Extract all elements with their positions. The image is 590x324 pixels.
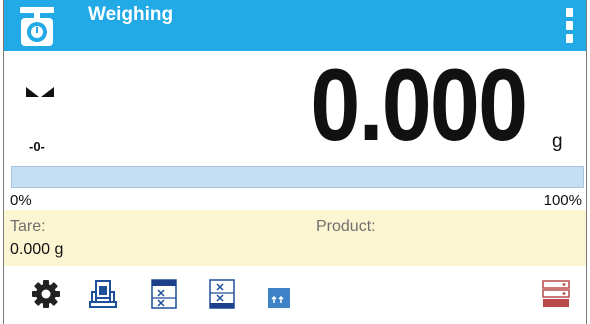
page-title: Weighing bbox=[88, 4, 174, 25]
bottom-toolbar bbox=[4, 268, 586, 324]
info-panel: Tare: 0.000 g Product: bbox=[4, 210, 586, 266]
settings-gear-icon[interactable] bbox=[30, 278, 62, 310]
stability-indicator-icon bbox=[26, 87, 54, 97]
tare-label: Tare: bbox=[10, 218, 46, 235]
statistics-icon[interactable] bbox=[264, 278, 296, 310]
weight-value: 0.000 bbox=[310, 48, 528, 162]
tare-value: 0.000 g bbox=[10, 241, 64, 258]
database-list-icon[interactable] bbox=[148, 278, 180, 310]
zero-indicator: -0- bbox=[29, 139, 45, 154]
weight-display: -0- 0.000 g bbox=[4, 48, 586, 165]
vertical-dots-icon[interactable] bbox=[559, 6, 581, 46]
database-select-icon[interactable] bbox=[206, 278, 238, 310]
load-bargraph bbox=[11, 166, 584, 188]
bargraph-max-label: 100% bbox=[543, 192, 582, 209]
scale-icon[interactable] bbox=[18, 6, 56, 48]
product-label: Product: bbox=[316, 218, 376, 235]
weight-unit[interactable]: g bbox=[552, 131, 563, 153]
weighing-screen: Weighing -0- 0.000 g 0% 100% Tare: 0.000… bbox=[3, 0, 587, 324]
bargraph-min-label: 0% bbox=[10, 192, 32, 209]
tare-icon[interactable] bbox=[87, 278, 119, 310]
app-header: Weighing bbox=[4, 0, 586, 51]
database-icon[interactable] bbox=[540, 278, 572, 310]
